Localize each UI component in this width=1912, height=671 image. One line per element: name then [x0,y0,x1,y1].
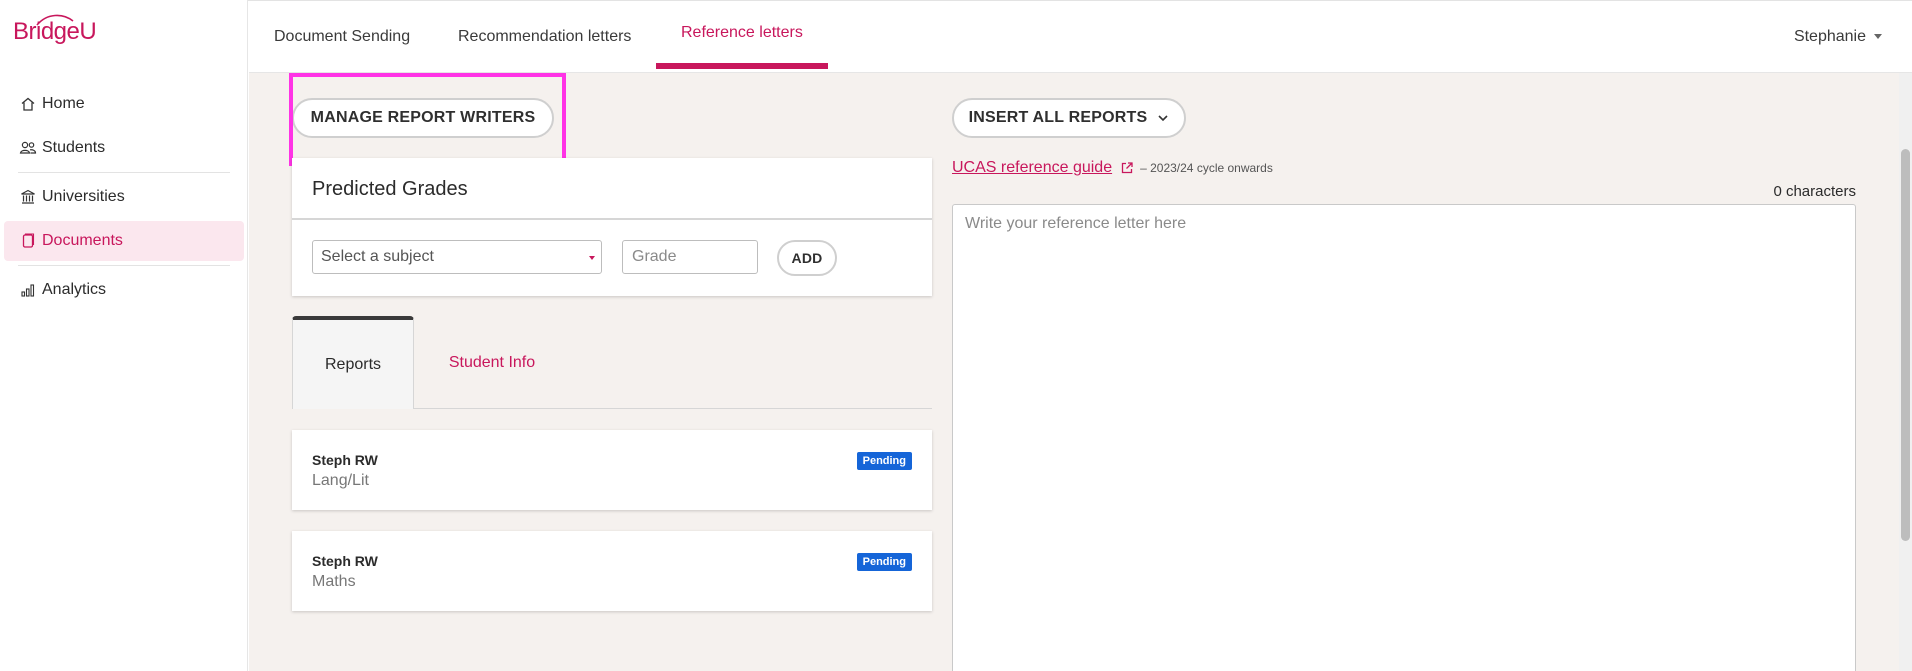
ucas-reference-guide-link[interactable]: UCAS reference guide [952,159,1112,177]
button-label: MANAGE REPORT WRITERS [310,109,536,126]
logo-swoosh-icon [36,14,74,26]
user-name: Stephanie [1793,27,1866,45]
sidebar-item-label: Documents [42,232,123,249]
tab-document-sending[interactable]: Document Sending [274,1,410,72]
sidebar-item-label: Analytics [42,281,107,298]
insert-all-reports-button[interactable]: INSERT ALL REPORTS [952,98,1186,138]
chevron-down-icon [1874,34,1882,39]
external-link-icon[interactable] [1120,161,1134,175]
sidebar-item-home[interactable]: Home [4,84,244,124]
report-subject: Lang/Lit [312,472,369,489]
chevron-down-icon [1158,115,1168,122]
tab-reports[interactable]: Reports [292,316,414,409]
students-icon [18,138,38,158]
predicted-grades-card: Predicted Grades Select a subject ADD [292,158,932,296]
sidebar-item-label: Universities [42,188,125,205]
sidebar: BridgeU Home Students Universities Docum… [0,0,248,671]
analytics-icon [18,280,38,300]
top-nav: Document Sending Recommendation letters … [249,1,1912,73]
reference-letter-textarea[interactable] [952,204,1856,671]
university-icon [18,187,38,207]
sidebar-item-label: Home [42,95,85,112]
button-label: INSERT ALL REPORTS [968,109,1148,126]
character-count: 0 characters [1773,183,1856,200]
report-tabs: Reports Student Info [292,316,932,409]
sidebar-nav: Home Students Universities Documents Ana… [0,80,248,314]
grade-input[interactable] [622,240,758,274]
add-grade-button[interactable]: ADD [777,240,837,276]
tab-label: Document Sending [274,27,411,45]
subject-select-value: Select a subject [321,248,434,265]
subject-select[interactable]: Select a subject [312,240,602,274]
tab-label: Recommendation letters [458,27,632,45]
sidebar-item-analytics[interactable]: Analytics [4,270,244,310]
tab-label: Student Info [448,353,536,371]
tab-label: Reports [324,355,382,373]
card-divider [292,218,932,220]
sidebar-item-universities[interactable]: Universities [4,177,244,217]
document-icon [18,231,38,251]
nav-divider [18,265,230,266]
ucas-guide: UCAS reference guide – 2023/24 cycle onw… [952,159,1273,177]
tab-recommendation-letters[interactable]: Recommendation letters [458,1,631,72]
button-label: ADD [791,250,823,266]
report-subject: Maths [312,573,356,590]
tab-label: Reference letters [681,23,803,41]
chevron-down-icon [589,256,595,260]
home-icon [18,94,38,114]
status-badge: Pending [856,452,912,470]
report-card[interactable]: Steph RW Lang/Lit Pending [292,430,932,510]
status-badge: Pending [856,553,912,571]
page-scrollbar[interactable] [1899,73,1912,671]
report-writer-name: Steph RW [312,553,378,569]
sidebar-item-documents[interactable]: Documents [4,221,244,261]
sidebar-item-students[interactable]: Students [4,128,244,168]
report-writer-name: Steph RW [312,452,378,468]
tab-student-info[interactable]: Student Info [422,316,562,409]
predicted-grades-title: Predicted Grades [312,178,468,200]
report-card[interactable]: Steph RW Maths Pending [292,531,932,611]
manage-report-writers-button[interactable]: MANAGE REPORT WRITERS [292,98,554,138]
user-menu[interactable]: Stephanie [1794,1,1882,72]
bridgeu-logo[interactable]: BridgeU [13,14,97,46]
sidebar-item-label: Students [42,139,106,156]
nav-divider [18,172,230,173]
scrollbar-thumb[interactable] [1901,149,1910,541]
tab-reference-letters[interactable]: Reference letters [656,0,828,69]
guide-note: – 2023/24 cycle onwards [1140,161,1273,175]
